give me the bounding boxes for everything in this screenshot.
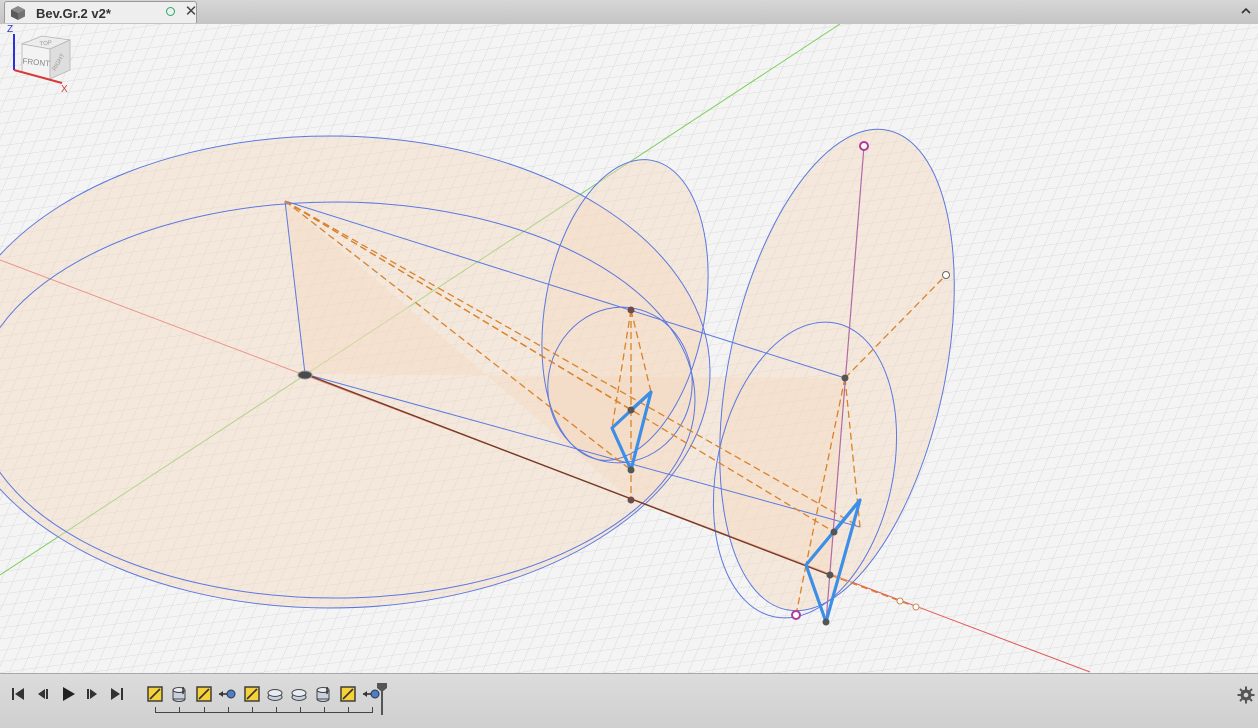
saved-status-icon xyxy=(166,7,175,16)
sketch-point[interactable] xyxy=(627,406,635,414)
next-step-icon[interactable] xyxy=(84,686,100,702)
gear-icon[interactable] xyxy=(1237,686,1255,704)
cube-icon xyxy=(11,6,25,20)
timeline-tick xyxy=(324,707,325,712)
extrude-feature-icon[interactable] xyxy=(314,685,332,703)
view-cube[interactable]: TOP FRONT RIGHT Z X xyxy=(0,24,75,99)
sketch-feature-icon[interactable] xyxy=(339,685,357,703)
previous-step-icon[interactable] xyxy=(35,686,51,702)
timeline-tick xyxy=(204,707,205,712)
play-icon[interactable] xyxy=(60,686,76,702)
sketch-point[interactable] xyxy=(627,496,635,504)
highlight-point-top[interactable] xyxy=(859,141,869,151)
viewcube-z-label: Z xyxy=(7,24,13,35)
sketch-feature-icon[interactable] xyxy=(146,685,164,703)
canvas-viewport[interactable]: TOP FRONT RIGHT Z X xyxy=(0,24,1258,673)
viewcube-x-label: X xyxy=(61,84,68,95)
timeline-tick xyxy=(155,707,156,712)
open-sketch-point[interactable] xyxy=(912,603,920,611)
chevron-up-icon[interactable] xyxy=(1240,5,1252,17)
origin-point[interactable] xyxy=(297,370,313,380)
document-title: Bev.Gr.2 v2* xyxy=(36,6,111,21)
extrude-feature-icon[interactable] xyxy=(170,685,188,703)
revolve-feature-icon[interactable] xyxy=(266,685,284,703)
revolve-feature-icon[interactable] xyxy=(290,685,308,703)
sketch-point[interactable] xyxy=(830,528,838,536)
sketch-point[interactable] xyxy=(841,374,849,382)
timeline-marker-handle[interactable] xyxy=(376,682,388,716)
design-canvas[interactable] xyxy=(0,24,1258,673)
sketch-point[interactable] xyxy=(826,571,834,579)
go-to-start-icon[interactable] xyxy=(10,686,26,702)
sketch-point[interactable] xyxy=(822,618,830,626)
sketch-point[interactable] xyxy=(627,466,635,474)
sketch-point[interactable] xyxy=(627,306,635,314)
timeline-tick xyxy=(300,707,301,712)
timeline-tick xyxy=(179,707,180,712)
document-tab[interactable]: Bev.Gr.2 v2* ✕ xyxy=(4,1,197,23)
timeline-tick xyxy=(276,707,277,712)
timeline-bar xyxy=(0,673,1258,728)
joint-origin-feature-icon[interactable] xyxy=(218,685,236,703)
document-tab-bar: Bev.Gr.2 v2* ✕ xyxy=(0,0,1258,25)
highlight-point-bottom[interactable] xyxy=(791,610,801,620)
sketch-feature-icon[interactable] xyxy=(243,685,261,703)
go-to-end-icon[interactable] xyxy=(109,686,125,702)
timeline-tick xyxy=(252,707,253,712)
open-sketch-point[interactable] xyxy=(942,271,950,279)
close-icon[interactable]: ✕ xyxy=(183,4,199,20)
open-sketch-point[interactable] xyxy=(896,597,904,605)
sketch-feature-icon[interactable] xyxy=(195,685,213,703)
timeline-tick xyxy=(348,707,349,712)
timeline-track xyxy=(155,712,373,713)
timeline-tick xyxy=(372,707,373,712)
timeline-tick xyxy=(228,707,229,712)
